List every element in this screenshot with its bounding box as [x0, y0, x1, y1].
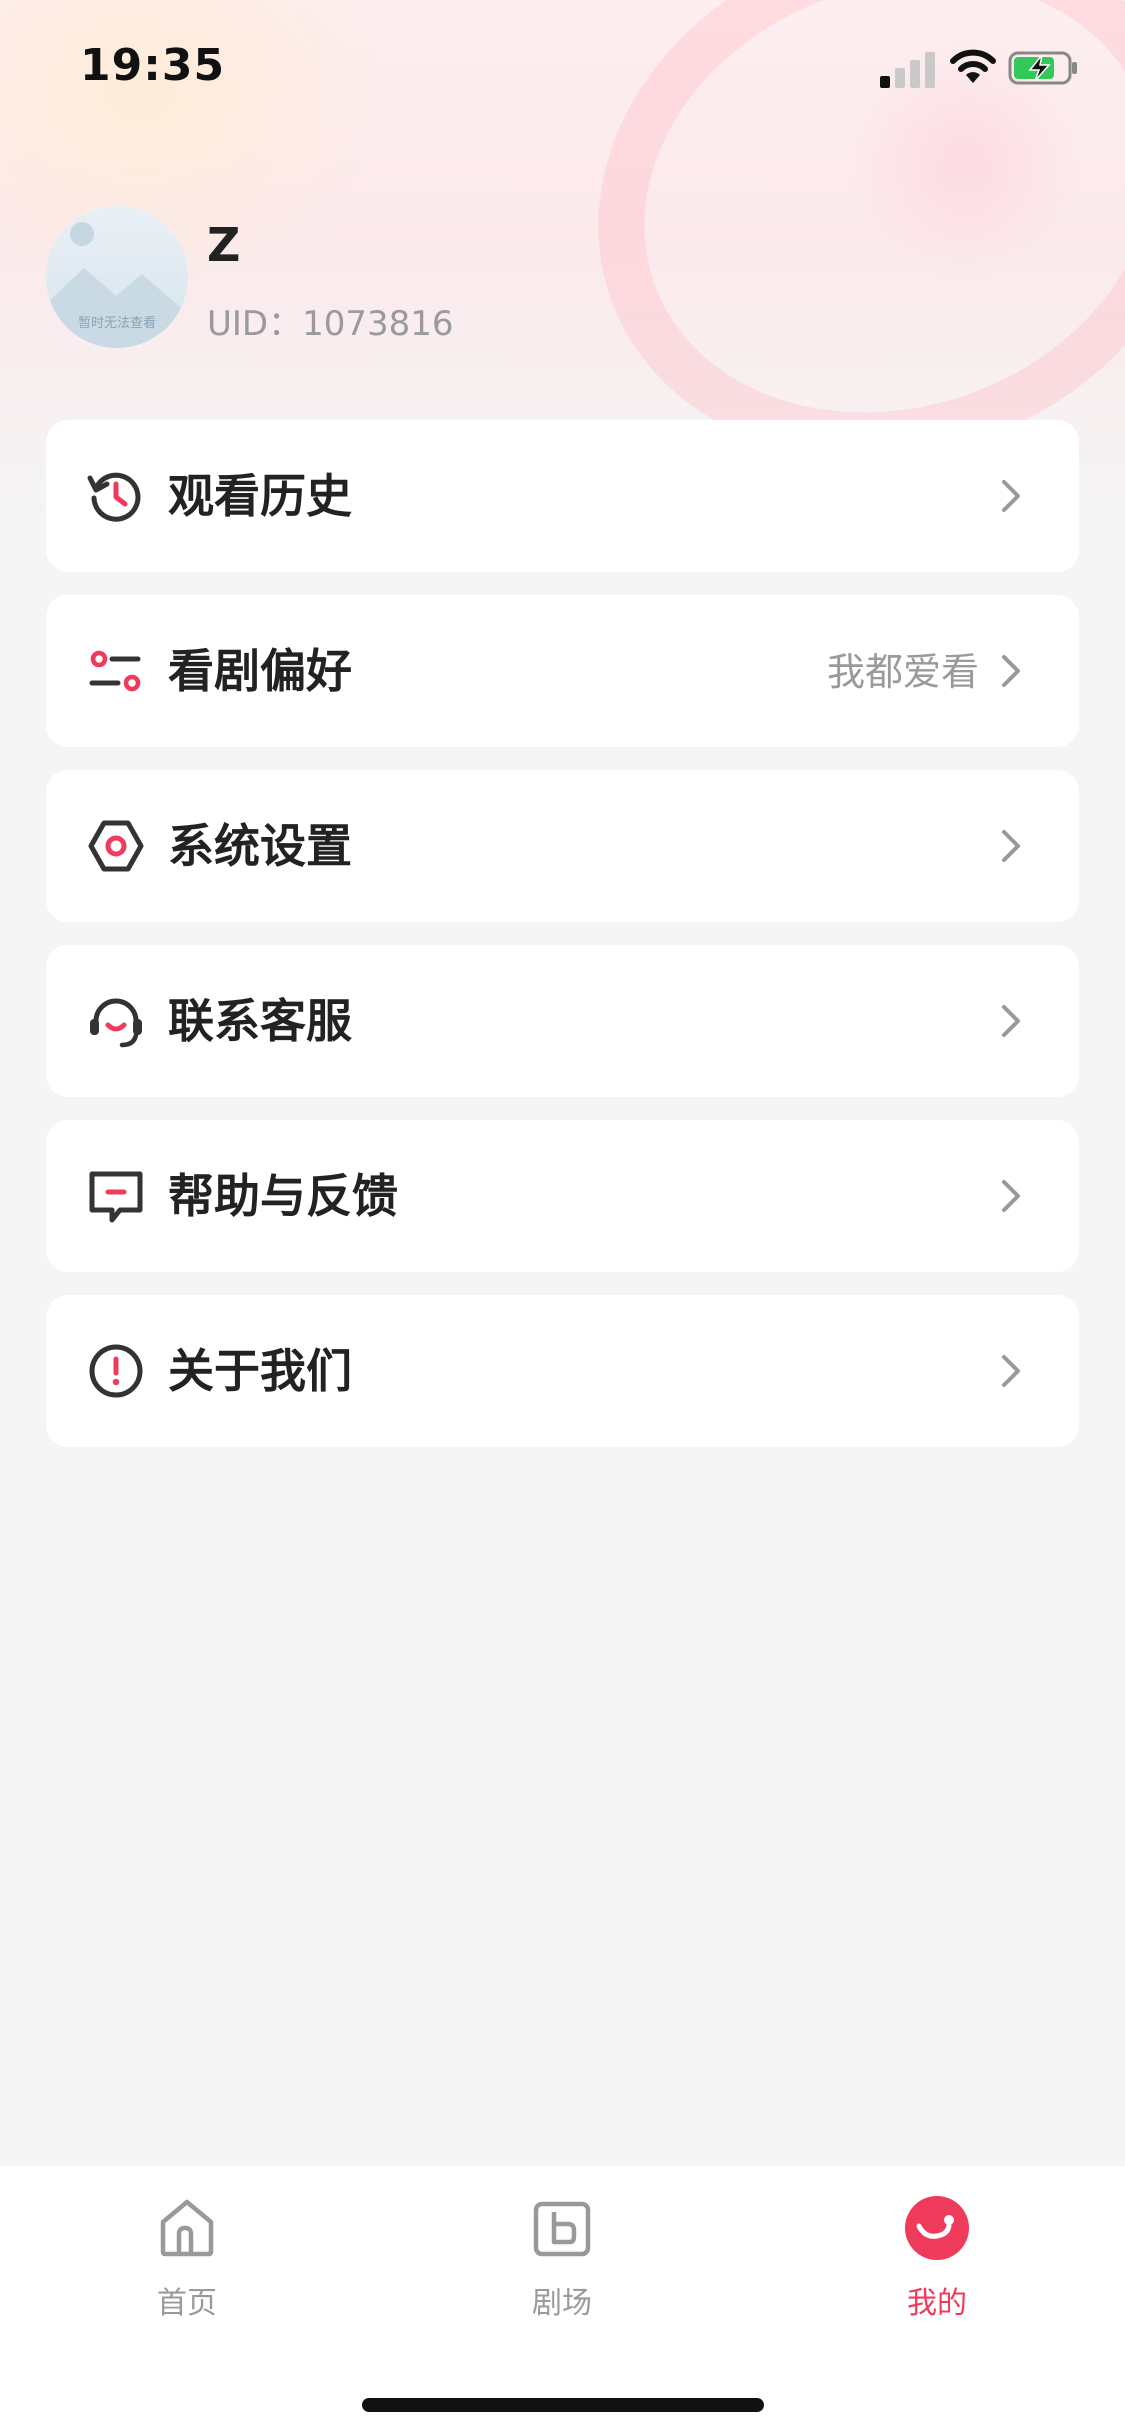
menu-item-about-us[interactable]: 关于我们 [46, 1295, 1079, 1447]
status-time: 19:35 [80, 40, 226, 91]
chevron-right-icon [1002, 830, 1020, 862]
user-name: Z [207, 218, 241, 272]
tab-label: 首页 [157, 2286, 217, 2321]
chevron-right-icon [1002, 1005, 1020, 1037]
cellular-signal-icon [880, 52, 936, 88]
preference-sliders-icon [89, 650, 141, 692]
settings-gear-icon [88, 820, 144, 872]
status-bar: 19:35 [0, 0, 1125, 140]
bottom-tab-bar: 首页 剧场 我的 [0, 2166, 1125, 2436]
menu-item-customer-service[interactable]: 联系客服 [46, 945, 1079, 1097]
menu-item-label: 系统设置 [168, 819, 352, 873]
info-exclamation-icon [89, 1344, 143, 1398]
user-uid: UID：1073816 [207, 304, 454, 344]
tab-home[interactable]: 首页 [87, 2196, 287, 2326]
menu-item-system-settings[interactable]: 系统设置 [46, 770, 1079, 922]
tab-label: 我的 [907, 2286, 967, 2321]
chevron-right-icon [1002, 1180, 1020, 1212]
chevron-right-icon [1002, 1355, 1020, 1387]
menu-item-label: 看剧偏好 [168, 644, 352, 698]
menu-item-help-feedback[interactable]: 帮助与反馈 [46, 1120, 1079, 1272]
tab-label: 剧场 [532, 2286, 592, 2321]
history-icon [87, 472, 141, 522]
avatar-placeholder-text: 暂时无法查看 [77, 316, 156, 331]
menu-list: 观看历史 看剧偏好 我都爱看 系统设置 联系客服 帮助与反馈 关于我们 [46, 420, 1079, 1470]
profile-active-icon [905, 2196, 969, 2260]
menu-item-label: 帮助与反馈 [168, 1169, 398, 1223]
feedback-message-icon [89, 1171, 143, 1223]
avatar[interactable]: 暂时无法查看 [46, 206, 188, 348]
theater-icon [533, 2201, 591, 2257]
home-icon [160, 2199, 214, 2257]
tab-me[interactable]: 我的 [837, 2196, 1037, 2326]
preference-value: 我都爱看 [826, 650, 979, 694]
menu-item-label: 联系客服 [168, 994, 352, 1048]
menu-item-label: 关于我们 [168, 1344, 352, 1398]
chevron-right-icon [1002, 655, 1020, 687]
menu-item-watch-history[interactable]: 观看历史 [46, 420, 1079, 572]
wifi-icon [950, 49, 996, 83]
battery-charging-icon [1008, 51, 1077, 85]
chevron-right-icon [1002, 480, 1020, 512]
home-indicator [362, 2398, 764, 2412]
menu-item-label: 观看历史 [168, 469, 352, 523]
tab-theater[interactable]: 剧场 [462, 2196, 662, 2326]
menu-item-viewing-preference[interactable]: 看剧偏好 我都爱看 [46, 595, 1079, 747]
headset-icon [90, 998, 142, 1048]
